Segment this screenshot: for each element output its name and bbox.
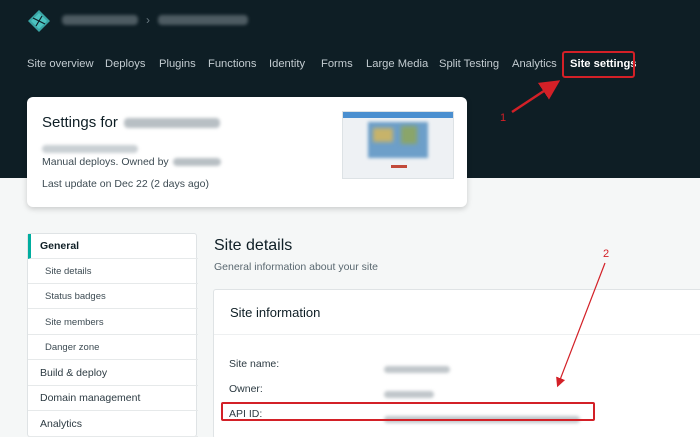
preview-map-region	[373, 128, 393, 142]
page-description: General information about your site	[214, 261, 379, 273]
sidebar-item-general[interactable]: General	[28, 234, 198, 259]
sidebar-item-danger-zone[interactable]: Danger zone	[28, 335, 198, 360]
nav-forms[interactable]: Forms	[321, 52, 353, 76]
team-name-redacted[interactable]	[62, 15, 138, 25]
deploy-info-text: Manual deploys. Owned by	[42, 156, 169, 168]
site-summary-card: Settings for Manual deploys. Owned by La…	[27, 97, 467, 207]
nav-split-testing[interactable]: Split Testing	[439, 52, 499, 76]
owner-label: Owner:	[229, 383, 263, 395]
preview-footer-mark	[391, 165, 407, 168]
breadcrumb[interactable]: ›	[62, 12, 248, 28]
sidebar-item-build-deploy[interactable]: Build & deploy	[28, 361, 198, 386]
nav-site-overview[interactable]: Site overview	[27, 52, 94, 76]
annotation-number-1: 1	[500, 112, 507, 124]
site-name-redacted	[123, 117, 220, 128]
sidebar-item-site-details[interactable]: Site details	[28, 259, 198, 284]
card-divider	[214, 334, 700, 335]
preview-header-bar	[343, 112, 453, 118]
site-card-title: Settings for	[42, 114, 220, 131]
sidebar-item-site-members[interactable]: Site members	[28, 310, 198, 335]
nav-large-media[interactable]: Large Media	[366, 52, 428, 76]
site-settings-highlight-box	[562, 51, 635, 78]
sidebar-item-domain-management[interactable]: Domain management	[28, 386, 198, 411]
site-name-redacted[interactable]	[158, 15, 248, 25]
owner-name-redacted	[172, 158, 221, 166]
sidebar-item-analytics[interactable]: Analytics	[28, 412, 198, 437]
card-title: Site information	[230, 305, 321, 320]
nav-functions[interactable]: Functions	[208, 52, 257, 76]
api-id-highlight-box	[221, 402, 595, 421]
annotation-number-2: 2	[603, 248, 610, 260]
settings-sidebar: General Site details Status badges Site …	[27, 233, 198, 437]
last-update-text: Last update on Dec 22 (2 days ago)	[42, 178, 209, 190]
site-preview-thumbnail[interactable]	[342, 111, 454, 179]
netlify-logo-icon[interactable]	[27, 9, 51, 33]
nav-plugins[interactable]: Plugins	[159, 52, 196, 76]
site-name-label: Site name:	[229, 358, 280, 370]
nav-analytics[interactable]: Analytics	[512, 52, 557, 76]
nav-deploys[interactable]: Deploys	[105, 52, 145, 76]
deploy-info: Manual deploys. Owned by	[42, 156, 221, 168]
site-name-value-redacted	[384, 360, 450, 378]
sidebar-item-status-badges[interactable]: Status badges	[28, 284, 198, 309]
preview-map-region	[401, 126, 417, 144]
site-card-title-prefix: Settings for	[42, 114, 118, 131]
owner-value-redacted	[384, 385, 434, 403]
nav-identity[interactable]: Identity	[269, 52, 305, 76]
breadcrumb-separator: ›	[146, 13, 150, 27]
page-title: Site details	[214, 237, 293, 254]
